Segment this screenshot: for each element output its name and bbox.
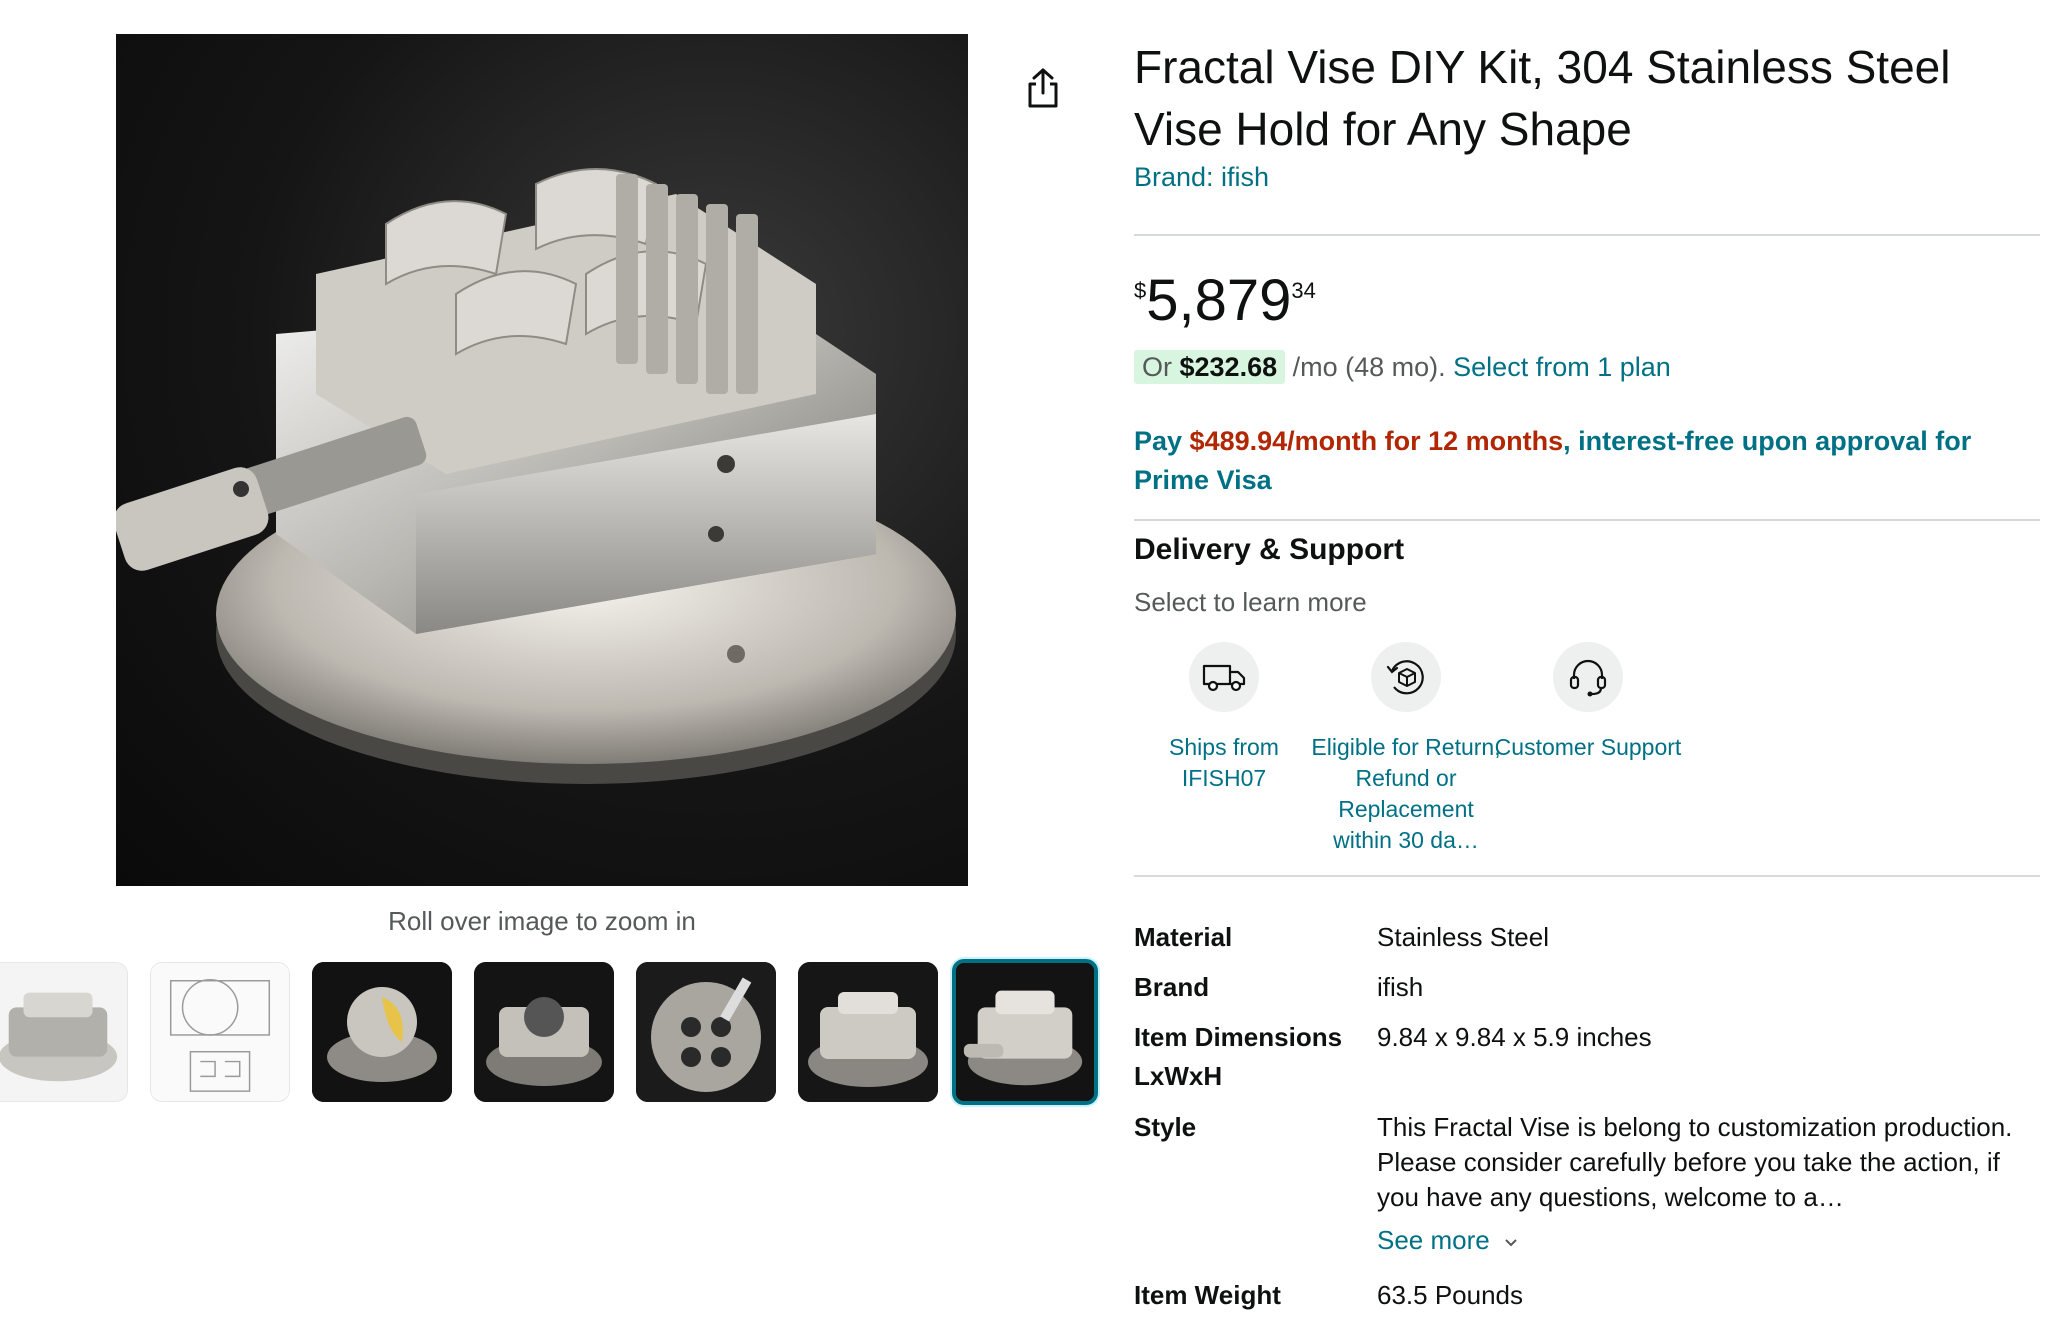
return-policy-item[interactable]: Eligible for Return, Refund or Replaceme…: [1311, 642, 1501, 856]
thumbnail-1[interactable]: [0, 962, 128, 1102]
delivery-support-subtitle: Select to learn more: [1134, 587, 1367, 617]
divider: [1134, 234, 2040, 236]
price-fraction: 34: [1291, 278, 1316, 303]
product-title: Fractal Vise DIY Kit, 304 Stainless Stee…: [1134, 41, 1951, 155]
installment-term: /mo (48 mo).: [1285, 352, 1454, 382]
spec-key: Item Dimensions LxWxH: [1134, 1022, 1343, 1091]
price: $5,87934: [1134, 266, 1316, 336]
spec-value: ifish: [1377, 972, 1424, 1002]
headset-icon: [1553, 642, 1623, 712]
brand-link[interactable]: Brand: ifish: [1134, 162, 1269, 193]
return-box-icon: [1371, 642, 1441, 712]
divider: [1134, 519, 2040, 521]
spec-key: Item Weight: [1134, 1280, 1281, 1310]
thumbnail-7-selected[interactable]: [952, 959, 1098, 1105]
product-page: Roll over image to zoom in Fractal Vise …: [0, 0, 2048, 1317]
zoom-hint: Roll over image to zoom in: [388, 906, 696, 936]
price-whole: 5,879: [1146, 268, 1292, 333]
thumbnail-strip: [0, 959, 1100, 1105]
price-symbol: $: [1134, 278, 1147, 303]
truck-icon: [1189, 642, 1259, 712]
installment-or: Or: [1142, 352, 1180, 382]
spec-value: This Fractal Vise is belong to customiza…: [1377, 1110, 2027, 1258]
ships-from-item[interactable]: Ships from IFISH07: [1129, 642, 1319, 794]
spec-value: 9.84 x 9.84 x 5.9 inches: [1377, 1022, 1652, 1052]
thumbnail-6[interactable]: [798, 962, 938, 1102]
chevron-down-icon: [1505, 1239, 1517, 1247]
share-button[interactable]: [1020, 62, 1066, 114]
customer-support-label: Customer Support: [1494, 734, 1682, 760]
installment-badge: Or $232.68: [1134, 350, 1286, 384]
share-icon: [1028, 68, 1058, 108]
style-description: This Fractal Vise is belong to customiza…: [1377, 1112, 2013, 1212]
delivery-support-title: Delivery & Support: [1134, 533, 1405, 566]
thumbnail-4[interactable]: [474, 962, 614, 1102]
see-more-label: See more: [1377, 1225, 1490, 1255]
see-more-link[interactable]: See more: [1377, 1223, 2027, 1258]
thumbnail-5[interactable]: [636, 962, 776, 1102]
promo-pay-label: Pay: [1134, 426, 1190, 456]
spec-value: 63.5 Pounds: [1377, 1280, 1524, 1310]
promo-amount: $489.94/month for 12 months: [1189, 426, 1564, 456]
return-policy-label: Eligible for Return, Refund or Replaceme…: [1311, 734, 1501, 853]
customer-support-item[interactable]: Customer Support: [1493, 642, 1683, 763]
ships-from-label: Ships from IFISH07: [1169, 734, 1279, 791]
prime-visa-promo[interactable]: Pay $489.94/month for 12 months, interes…: [1134, 422, 2014, 500]
spec-key: Material: [1134, 922, 1233, 952]
spec-key: Brand: [1134, 972, 1210, 1002]
installment-line: Or $232.68 /mo (48 mo). Select from 1 pl…: [1134, 348, 1671, 386]
thumbnail-2[interactable]: [150, 962, 290, 1102]
installment-amount: $232.68: [1179, 352, 1278, 382]
thumbnail-3[interactable]: [312, 962, 452, 1102]
divider: [1134, 875, 2040, 877]
spec-key: Style: [1134, 1112, 1197, 1142]
main-product-image[interactable]: [116, 34, 968, 886]
spec-value: Stainless Steel: [1377, 922, 1549, 952]
select-plan-link[interactable]: Select from 1 plan: [1453, 352, 1671, 382]
